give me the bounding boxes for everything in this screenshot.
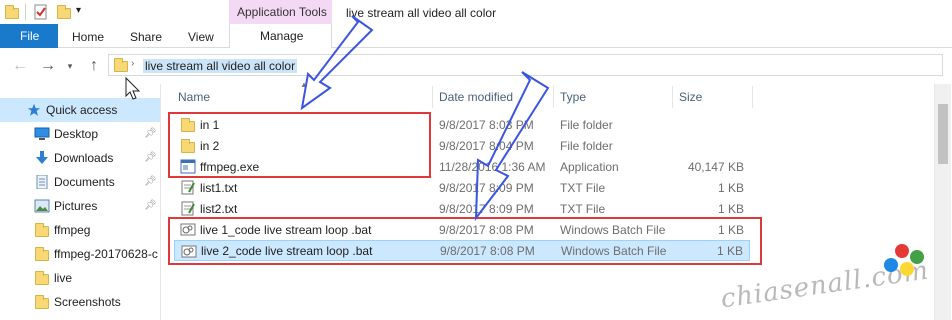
scrollbar-thumb[interactable] [938, 104, 948, 164]
sidebar-item-pictures[interactable]: Pictures 📌︎ [0, 194, 160, 218]
pin-icon[interactable]: 📌︎ [144, 152, 157, 164]
tab-home[interactable]: Home [72, 30, 104, 44]
recent-locations-chevron-icon[interactable]: ▾ [60, 56, 80, 76]
file-row-list1-txt[interactable]: list1.txt 9/8/2017 8:09 PM TXT File 1 KB [174, 177, 750, 198]
column-separator[interactable] [672, 86, 673, 108]
sidebar-item-label: Quick access [46, 103, 118, 117]
folder-icon [34, 223, 50, 237]
new-folder-icon[interactable] [56, 4, 72, 20]
text-file-icon [181, 180, 195, 195]
file-name: list2.txt [200, 202, 238, 216]
highlight-box-inputs [168, 112, 431, 178]
properties-icon[interactable] [33, 4, 49, 20]
watermark-dot [900, 262, 914, 276]
tab-view[interactable]: View [188, 30, 214, 44]
application-tools-tab-group: Application Tools [229, 0, 332, 24]
sidebar-item-label: Downloads [54, 151, 114, 165]
divider [25, 4, 26, 20]
file-type: Application [560, 160, 619, 174]
highlight-box-batch-files [168, 217, 762, 265]
folder-icon [113, 58, 129, 72]
sidebar-item-label: live [54, 271, 73, 285]
pictures-icon [34, 199, 50, 213]
file-size: 40,147 KB [687, 160, 744, 174]
column-header-name[interactable]: Name [178, 90, 210, 104]
window-title: live stream all video all color [346, 6, 497, 20]
sidebar-item-quick-access[interactable]: Quick access [0, 98, 160, 122]
desktop-icon [34, 127, 50, 140]
sort-ascending-icon: ▲ [300, 80, 308, 89]
tab-manage[interactable]: Manage [229, 24, 332, 48]
column-separator[interactable] [432, 86, 433, 108]
pane-divider[interactable] [160, 84, 161, 320]
file-date: 9/8/2017 8:09 PM [439, 202, 534, 216]
file-date: 9/8/2017 8:04 PM [439, 139, 534, 153]
tab-share[interactable]: Share [130, 30, 162, 44]
pin-icon[interactable]: 📌︎ [144, 128, 157, 140]
breadcrumb-chevron-icon[interactable]: › [131, 58, 134, 69]
column-header-type[interactable]: Type [560, 90, 586, 104]
column-header-size[interactable]: Size [679, 90, 702, 104]
back-arrow-icon[interactable]: ← [10, 56, 30, 76]
text-file-icon [181, 201, 195, 216]
file-type: File folder [560, 139, 613, 153]
download-icon [36, 151, 48, 164]
column-header-date-modified[interactable]: Date modified [439, 90, 513, 104]
file-size: 1 KB [717, 181, 744, 195]
sidebar-item-label: Desktop [54, 127, 99, 141]
address-path[interactable]: live stream all video all color [143, 59, 298, 73]
sidebar-item-desktop[interactable]: Desktop 📌︎ [0, 122, 160, 146]
folder-icon [34, 295, 50, 309]
sidebar-item-label: Pictures [54, 199, 98, 213]
sidebar-item-label: Documents [54, 175, 115, 189]
vertical-scrollbar[interactable] [934, 84, 951, 320]
customize-quick-access-icon[interactable]: ▾ [76, 5, 92, 21]
watermark-dot [895, 244, 909, 258]
sidebar-item-label: ffmpeg [54, 223, 91, 237]
title-bar: ▾ Application Tools live stream all vide… [0, 0, 952, 24]
sidebar-item-live[interactable]: live [0, 266, 160, 290]
folder-icon[interactable] [4, 4, 20, 20]
column-separator[interactable] [752, 86, 753, 108]
document-icon [36, 175, 48, 189]
file-date: 9/8/2017 8:03 PM [439, 118, 534, 132]
tab-file[interactable]: File [0, 24, 58, 48]
sidebar-item-ffmpeg-20170628[interactable]: ffmpeg-20170628-c [0, 242, 160, 266]
folder-icon [34, 247, 50, 261]
pin-icon[interactable]: 📌︎ [144, 200, 157, 212]
file-type: TXT File [560, 181, 606, 195]
file-type: TXT File [560, 202, 606, 216]
forward-arrow-icon[interactable]: → [38, 56, 58, 76]
up-arrow-icon[interactable]: ↑ [84, 56, 104, 76]
sidebar-item-ffmpeg[interactable]: ffmpeg [0, 218, 160, 242]
file-date: 11/28/2016 1:36 AM [439, 160, 546, 174]
file-date: 9/8/2017 8:09 PM [439, 181, 534, 195]
navigation-pane: Quick access Desktop 📌︎ Downloads 📌︎ Doc… [0, 92, 160, 320]
sidebar-item-label: ffmpeg-20170628-c [54, 247, 158, 261]
watermark-dot [910, 250, 924, 264]
sidebar-item-downloads[interactable]: Downloads 📌︎ [0, 146, 160, 170]
watermark-dot [884, 258, 898, 272]
star-icon [27, 103, 41, 116]
file-row-list2-txt[interactable]: list2.txt 9/8/2017 8:09 PM TXT File 1 KB [174, 198, 750, 219]
file-size: 1 KB [717, 202, 744, 216]
pin-icon[interactable]: 📌︎ [144, 176, 157, 188]
sidebar-item-screenshots[interactable]: Screenshots [0, 290, 160, 314]
sidebar-item-label: Screenshots [54, 295, 121, 309]
column-separator[interactable] [553, 86, 554, 108]
file-name: list1.txt [200, 181, 238, 195]
sidebar-item-documents[interactable]: Documents 📌︎ [0, 170, 160, 194]
folder-icon [34, 271, 50, 285]
file-type: File folder [560, 118, 613, 132]
